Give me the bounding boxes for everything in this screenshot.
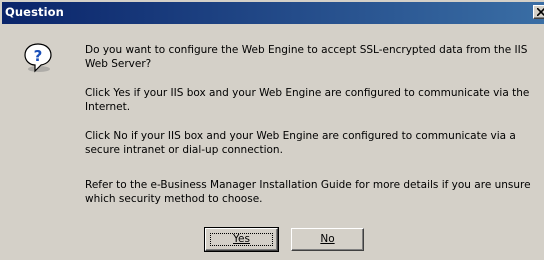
no-button-label: No bbox=[320, 233, 335, 245]
message-paragraph-1: Do you want to configure the Web Engine … bbox=[85, 44, 528, 70]
title-bar[interactable]: Question bbox=[2, 2, 544, 24]
question-icon: ? bbox=[24, 43, 52, 73]
yes-button-label: Yes bbox=[233, 233, 250, 245]
question-dialog: Question ? Do you want to configure the … bbox=[0, 0, 544, 260]
message-paragraph-3: Click No if your IIS box and your Web En… bbox=[85, 130, 516, 156]
message-paragraph-4: Refer to the e-Business Manager Installa… bbox=[85, 179, 531, 205]
message-paragraph-2: Click Yes if your IIS box and your Web E… bbox=[85, 87, 530, 113]
close-button[interactable] bbox=[533, 5, 544, 19]
yes-button[interactable]: Yes bbox=[204, 227, 279, 252]
question-glyph: ? bbox=[34, 47, 43, 65]
no-button[interactable]: No bbox=[291, 228, 364, 251]
window-title: Question bbox=[5, 5, 64, 19]
close-icon bbox=[537, 8, 544, 16]
